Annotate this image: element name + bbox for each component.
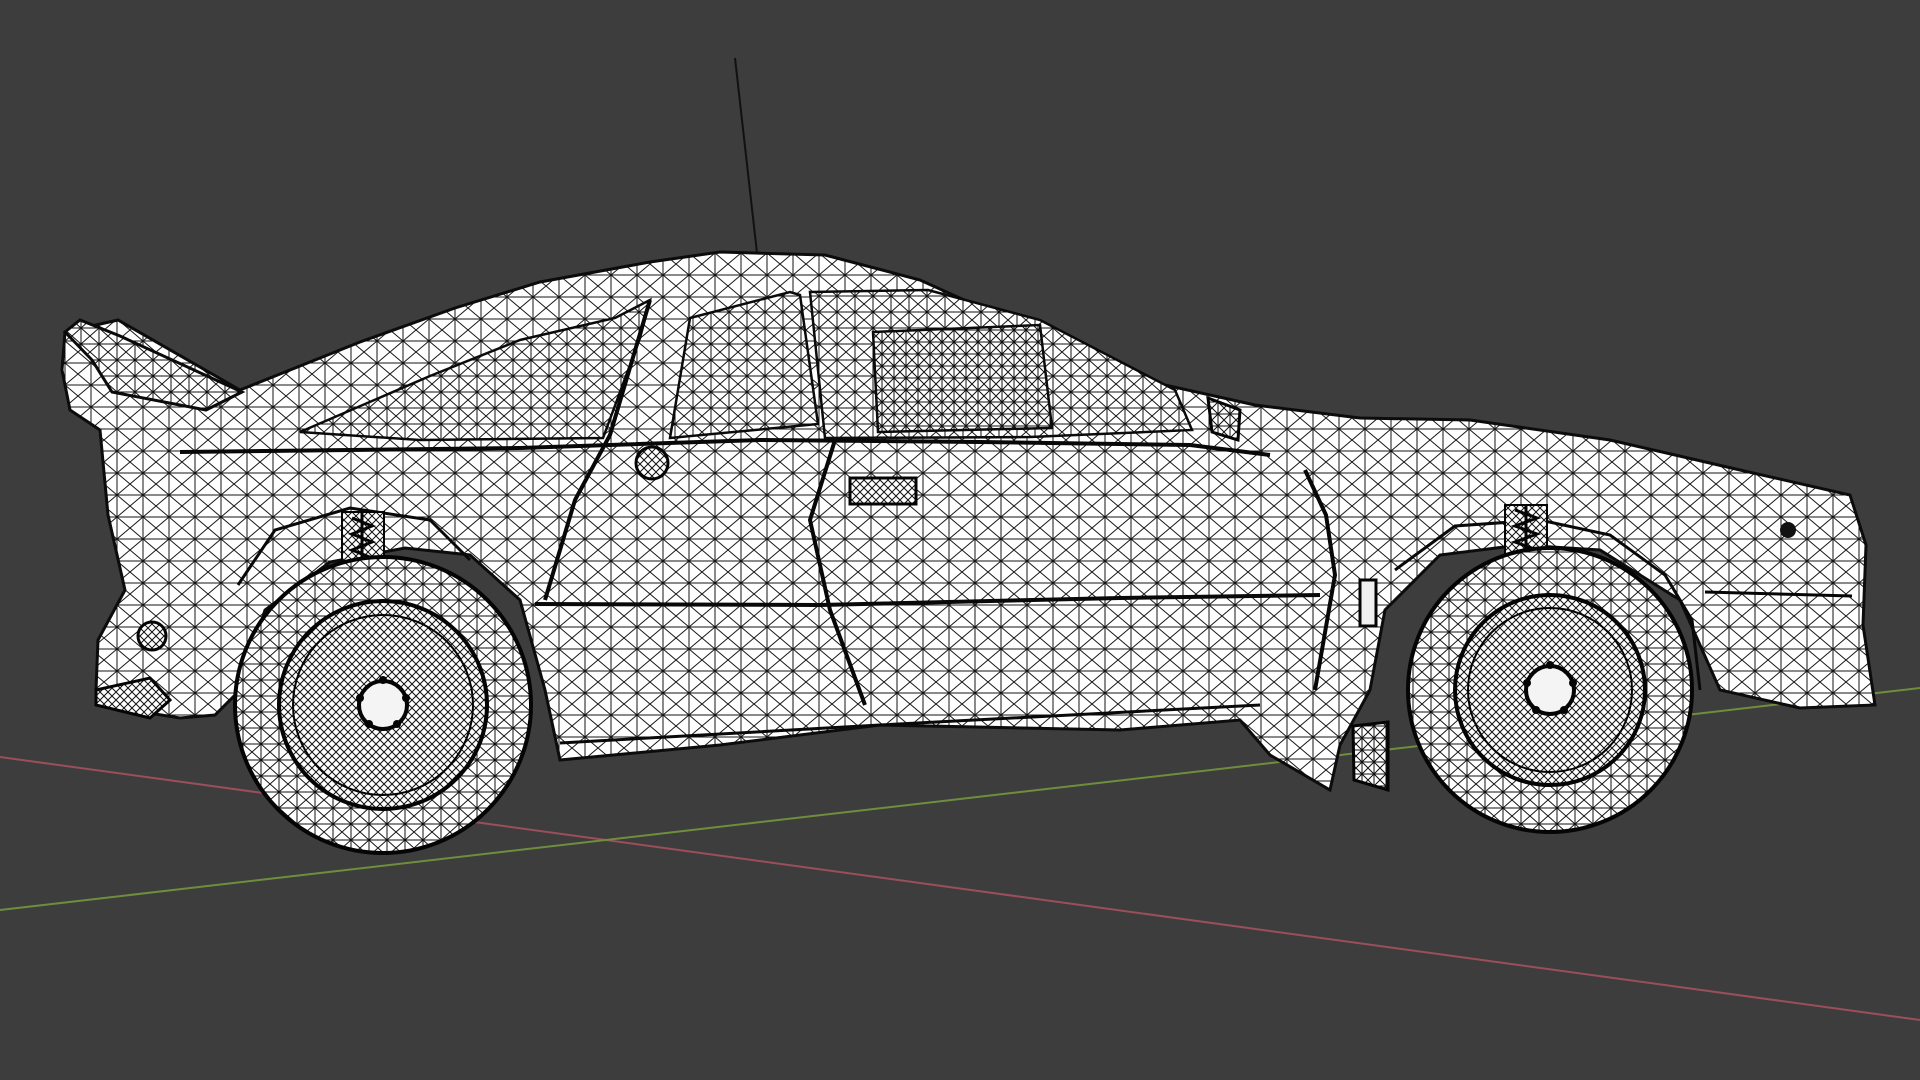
rear-wheel <box>233 555 533 855</box>
tow-hook <box>136 620 168 652</box>
3d-viewport[interactable] <box>0 0 1920 1080</box>
antenna-line <box>734 57 758 254</box>
front-light <box>1780 522 1796 538</box>
front-wheel <box>1406 546 1694 834</box>
front-mud-flap <box>1351 720 1390 793</box>
side-marker-light <box>1358 578 1378 628</box>
car-wireframe[interactable] <box>60 250 1877 855</box>
side-vent-window <box>871 323 1054 434</box>
fuel-cap <box>634 445 670 481</box>
door-handle <box>848 476 918 506</box>
viewport-canvas[interactable] <box>0 0 1920 1080</box>
